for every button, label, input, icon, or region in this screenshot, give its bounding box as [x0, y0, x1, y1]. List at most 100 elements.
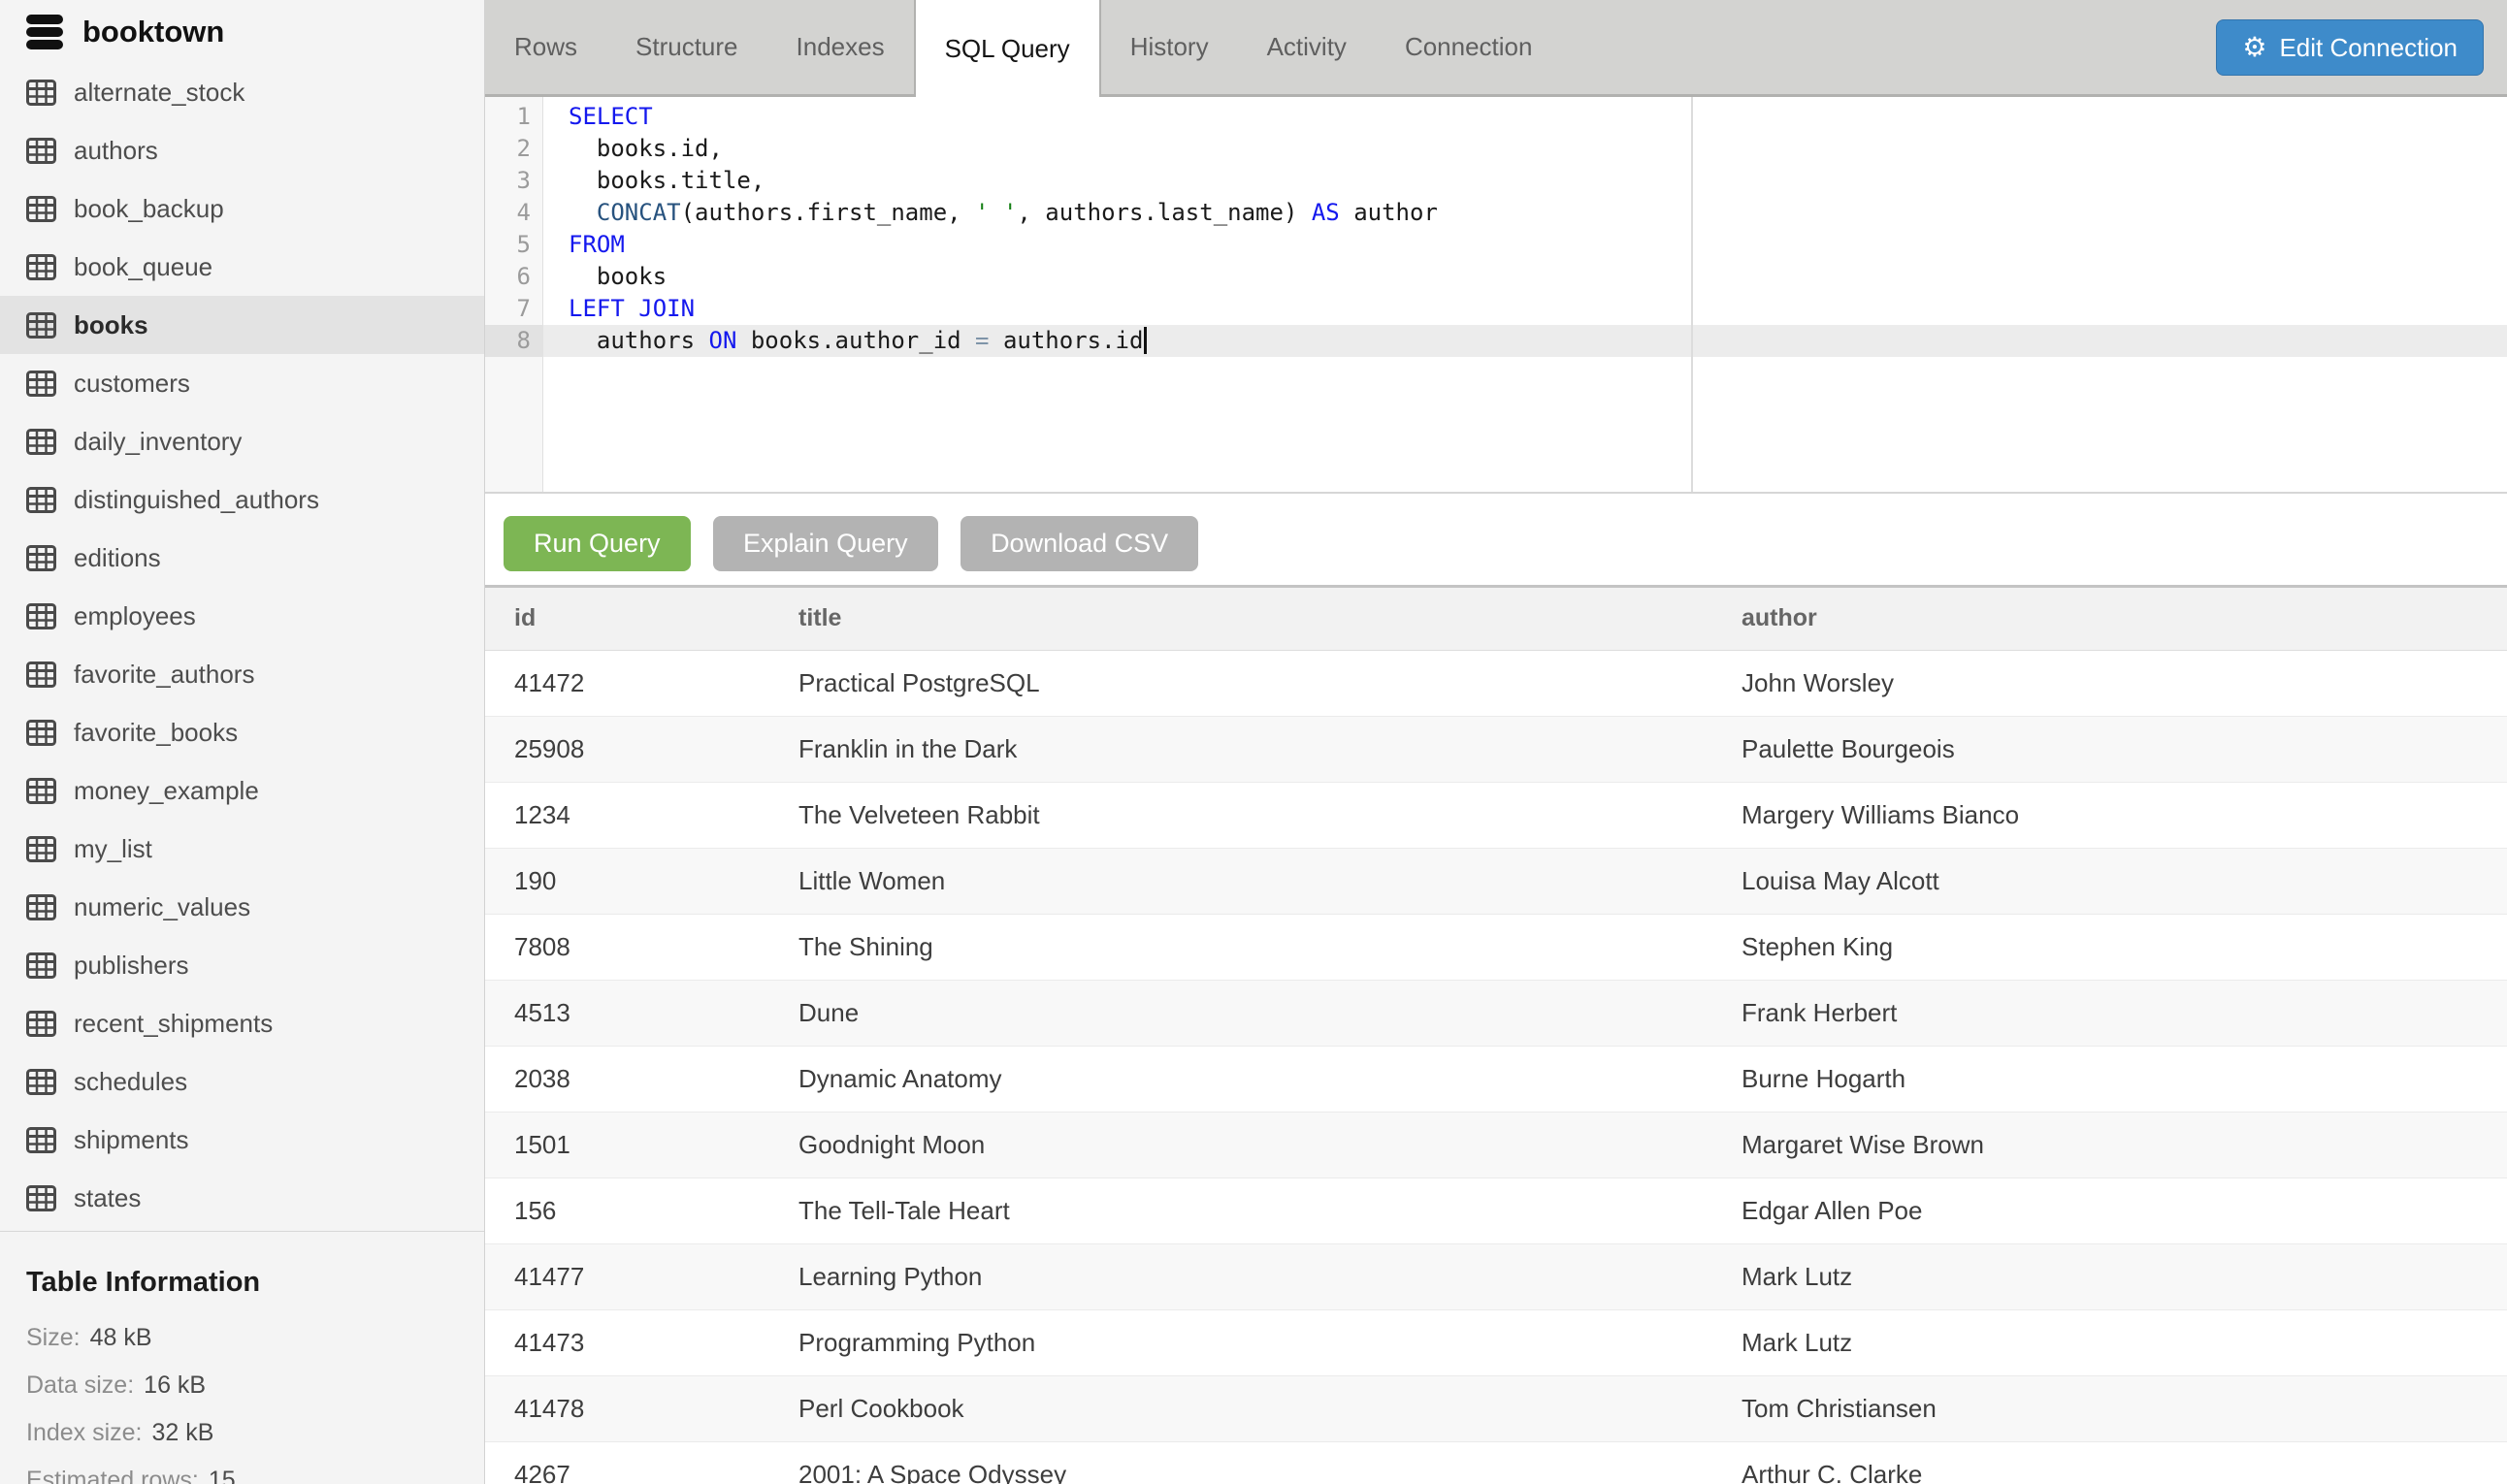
sidebar-table-item-books[interactable]: books: [0, 296, 484, 354]
tab-connection[interactable]: Connection: [1376, 0, 1562, 94]
table-name-label: alternate_stock: [74, 78, 244, 108]
cell-id: 1501: [485, 1112, 769, 1178]
explain-query-button[interactable]: Explain Query: [713, 516, 938, 571]
table-info-line: Data size: 16 kB: [26, 1352, 458, 1400]
edit-connection-label: Edit Connection: [2279, 33, 2458, 63]
result-row[interactable]: 7808 The Shining Stephen King: [485, 914, 2507, 980]
result-row[interactable]: 4513 Dune Frank Herbert: [485, 980, 2507, 1046]
sidebar-table-item-editions[interactable]: editions: [0, 529, 484, 587]
cell-author: John Worsley: [1712, 650, 2507, 716]
tab-activity[interactable]: Activity: [1238, 0, 1376, 94]
editor-code-line[interactable]: 2 books.id,: [485, 133, 2507, 165]
result-row[interactable]: 41473 Programming Python Mark Lutz: [485, 1309, 2507, 1375]
line-code: CONCAT(authors.first_name, ' ', authors.…: [543, 197, 1438, 229]
database-icon: [26, 15, 63, 49]
run-query-button[interactable]: Run Query: [504, 516, 691, 571]
table-grid-icon: [26, 1127, 56, 1153]
table-grid-icon: [26, 196, 56, 222]
column-header-author[interactable]: author: [1712, 588, 2507, 650]
text-cursor: [1144, 327, 1147, 354]
download-csv-button[interactable]: Download CSV: [960, 516, 1198, 571]
sidebar-table-item-book_queue[interactable]: book_queue: [0, 238, 484, 296]
column-header-id[interactable]: id: [485, 588, 769, 650]
sql-editor[interactable]: 1 SELECT 2 books.id, 3 books.title, 4 CO…: [485, 97, 2507, 494]
table-name-label: favorite_authors: [74, 660, 254, 690]
line-number: 3: [485, 165, 543, 197]
edit-connection-button[interactable]: ⚙ Edit Connection: [2216, 19, 2484, 76]
sidebar-divider: [0, 1231, 484, 1232]
editor-code-line[interactable]: 6 books: [485, 261, 2507, 293]
cell-title: Dune: [769, 980, 1712, 1046]
editor-code-line[interactable]: 4 CONCAT(authors.first_name, ' ', author…: [485, 197, 2507, 229]
sidebar-table-item-alternate_stock[interactable]: alternate_stock: [0, 63, 484, 121]
cell-author: Tom Christiansen: [1712, 1375, 2507, 1441]
result-row[interactable]: 41472 Practical PostgreSQL John Worsley: [485, 650, 2507, 716]
cell-author: Edgar Allen Poe: [1712, 1178, 2507, 1243]
table-name-label: shipments: [74, 1125, 189, 1155]
sidebar-table-item-recent_shipments[interactable]: recent_shipments: [0, 994, 484, 1052]
table-grid-icon: [26, 312, 56, 339]
sidebar-table-item-book_backup[interactable]: book_backup: [0, 179, 484, 238]
info-label: Index size:: [26, 1419, 143, 1447]
cell-title: The Tell-Tale Heart: [769, 1178, 1712, 1243]
table-name-label: book_queue: [74, 252, 212, 282]
table-information-title: Table Information: [26, 1267, 458, 1299]
table-name-label: daily_inventory: [74, 427, 242, 457]
result-row[interactable]: 1234 The Velveteen Rabbit Margery Willia…: [485, 782, 2507, 848]
editor-column-ruler: [1691, 97, 1693, 492]
result-row[interactable]: 41477 Learning Python Mark Lutz: [485, 1243, 2507, 1309]
table-grid-icon: [26, 778, 56, 804]
cell-title: Franklin in the Dark: [769, 716, 1712, 782]
editor-code-line[interactable]: 1 SELECT: [485, 101, 2507, 133]
cell-id: 2038: [485, 1046, 769, 1112]
sidebar-table-item-publishers[interactable]: publishers: [0, 936, 484, 994]
main-panel: RowsStructureIndexesSQL QueryHistoryActi…: [485, 0, 2507, 1484]
sidebar-table-item-employees[interactable]: employees: [0, 587, 484, 645]
sidebar-table-item-my_list[interactable]: my_list: [0, 820, 484, 878]
tab-sql-query[interactable]: SQL Query: [914, 0, 1101, 97]
result-row[interactable]: 2038 Dynamic Anatomy Burne Hogarth: [485, 1046, 2507, 1112]
cell-title: Dynamic Anatomy: [769, 1046, 1712, 1112]
tab-history[interactable]: History: [1101, 0, 1238, 94]
sidebar-table-item-money_example[interactable]: money_example: [0, 761, 484, 820]
sidebar-table-item-shipments[interactable]: shipments: [0, 1111, 484, 1169]
line-code: authors ON books.author_id = authors.id: [543, 325, 1147, 357]
cell-title: Perl Cookbook: [769, 1375, 1712, 1441]
table-info-line: Estimated rows: 15: [26, 1447, 458, 1484]
result-row[interactable]: 25908 Franklin in the Dark Paulette Bour…: [485, 716, 2507, 782]
editor-code-line[interactable]: 7 LEFT JOIN: [485, 293, 2507, 325]
sidebar-table-item-daily_inventory[interactable]: daily_inventory: [0, 412, 484, 470]
sidebar-table-item-favorite_books[interactable]: favorite_books: [0, 703, 484, 761]
cell-author: Arthur C. Clarke: [1712, 1441, 2507, 1484]
sidebar-table-item-authors[interactable]: authors: [0, 121, 484, 179]
sidebar-table-item-customers[interactable]: customers: [0, 354, 484, 412]
sidebar-table-item-favorite_authors[interactable]: favorite_authors: [0, 645, 484, 703]
editor-code-line[interactable]: 3 books.title,: [485, 165, 2507, 197]
result-row[interactable]: 156 The Tell-Tale Heart Edgar Allen Poe: [485, 1178, 2507, 1243]
sidebar-table-item-distinguished_authors[interactable]: distinguished_authors: [0, 470, 484, 529]
query-actions: Run Query Explain Query Download CSV: [485, 494, 2507, 585]
sidebar-table-item-schedules[interactable]: schedules: [0, 1052, 484, 1111]
tab-indexes[interactable]: Indexes: [767, 0, 914, 94]
cell-author: Margery Williams Bianco: [1712, 782, 2507, 848]
editor-code-line[interactable]: 8 authors ON books.author_id = authors.i…: [485, 325, 2507, 357]
editor-code-line[interactable]: 5 FROM: [485, 229, 2507, 261]
tab-rows[interactable]: Rows: [485, 0, 606, 94]
table-info-line: Size: 48 kB: [26, 1305, 458, 1352]
line-number: 4: [485, 197, 543, 229]
cell-author: Margaret Wise Brown: [1712, 1112, 2507, 1178]
result-row[interactable]: 190 Little Women Louisa May Alcott: [485, 848, 2507, 914]
result-row[interactable]: 4267 2001: A Space Odyssey Arthur C. Cla…: [485, 1441, 2507, 1484]
cell-id: 4513: [485, 980, 769, 1046]
table-name-label: editions: [74, 543, 161, 573]
result-row[interactable]: 1501 Goodnight Moon Margaret Wise Brown: [485, 1112, 2507, 1178]
tab-structure[interactable]: Structure: [606, 0, 767, 94]
database-name: booktown: [82, 15, 224, 49]
result-row[interactable]: 41478 Perl Cookbook Tom Christiansen: [485, 1375, 2507, 1441]
column-header-title[interactable]: title: [769, 588, 1712, 650]
info-label: Estimated rows:: [26, 1467, 199, 1484]
cell-title: 2001: A Space Odyssey: [769, 1441, 1712, 1484]
cell-id: 190: [485, 848, 769, 914]
sidebar-table-item-states[interactable]: states: [0, 1169, 484, 1227]
sidebar-table-item-numeric_values[interactable]: numeric_values: [0, 878, 484, 936]
